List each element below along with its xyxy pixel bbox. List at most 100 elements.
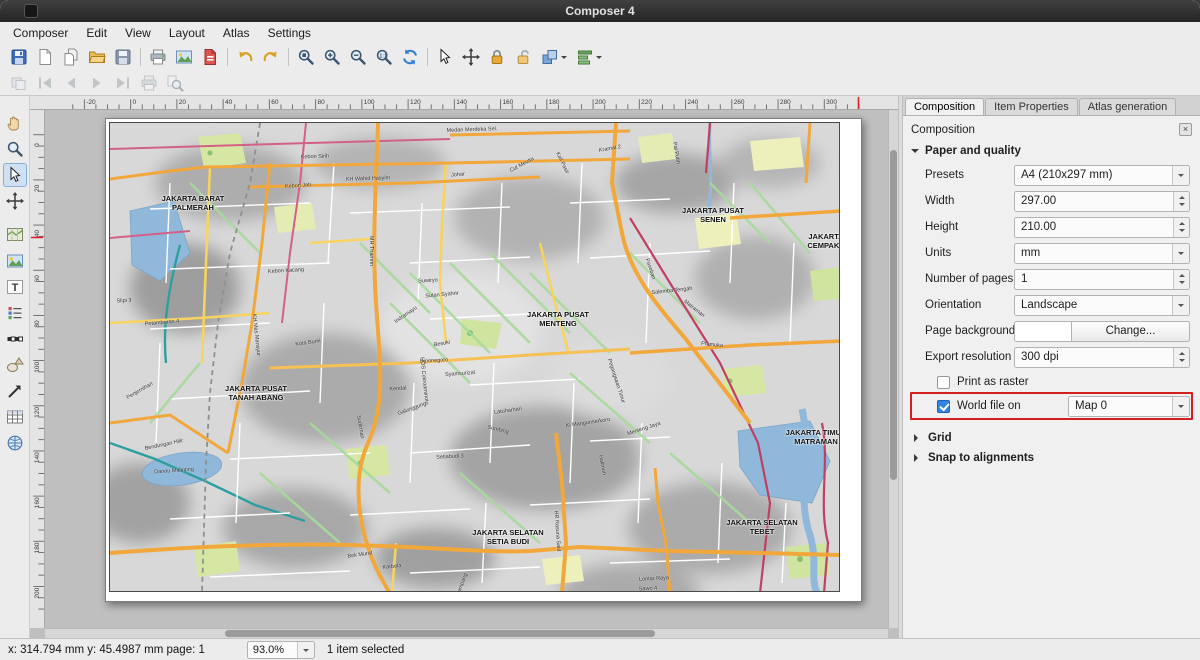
page-background-change-button[interactable]: Change...	[1072, 321, 1190, 342]
composition-canvas[interactable]: JAKARTA BARATPALMERAHJAKARTA PUSATSENENJ…	[45, 110, 888, 628]
tab-composition[interactable]: Composition	[905, 98, 984, 115]
titlebar[interactable]: Composer 4	[0, 0, 1200, 22]
zoom-out-button[interactable]	[346, 45, 370, 69]
add-legend-button[interactable]	[3, 301, 27, 325]
collapse-right-icon	[914, 454, 922, 462]
zoom-level-combo[interactable]: 93.0%	[247, 641, 315, 659]
undo-button[interactable]	[233, 45, 257, 69]
orientation-row: Orientation Landscape	[911, 292, 1192, 318]
duplicate-composition-button[interactable]	[59, 45, 83, 69]
section-paper-and-quality[interactable]: Paper and quality	[911, 144, 1192, 157]
orientation-combo-arrow-icon	[1172, 296, 1189, 315]
map-item[interactable]: JAKARTA BARATPALMERAHJAKARTA PUSATSENENJ…	[109, 122, 840, 592]
save-project-button[interactable]	[7, 45, 31, 69]
zoom-actual-button[interactable]: 1:1	[372, 45, 396, 69]
street-label: Ki Mangunsarkoro	[565, 417, 610, 429]
first-feature-button[interactable]	[33, 71, 57, 95]
save-as-template-icon	[114, 48, 132, 66]
new-composition-icon	[36, 48, 54, 66]
tab-atlas-generation[interactable]: Atlas generation	[1079, 98, 1177, 115]
print-button[interactable]	[146, 45, 170, 69]
world-file-combo-arrow-icon	[1172, 397, 1189, 416]
previous-feature-button[interactable]	[59, 71, 83, 95]
menu-composer[interactable]: Composer	[4, 24, 77, 42]
world-file-map-combo[interactable]: Map 0	[1068, 396, 1190, 417]
orientation-combo[interactable]: Landscape	[1014, 295, 1190, 316]
add-attribute-table-button[interactable]	[3, 405, 27, 429]
page-background-swatch[interactable]	[1014, 321, 1072, 342]
menu-atlas[interactable]: Atlas	[214, 24, 259, 42]
save-as-template-button[interactable]	[111, 45, 135, 69]
composer-manager-button[interactable]	[85, 45, 109, 69]
units-combo[interactable]: mm	[1014, 243, 1190, 264]
horizontal-scrollbar[interactable]	[45, 628, 888, 638]
add-image-button[interactable]	[3, 249, 27, 273]
height-spinbox[interactable]: 210.00	[1014, 217, 1190, 238]
presets-row: Presets A4 (210x297 mm)	[911, 162, 1192, 188]
width-spinbox[interactable]: 297.00	[1014, 191, 1190, 212]
export-resolution-spinbox[interactable]: 300 dpi	[1014, 347, 1190, 368]
export-image-button[interactable]	[172, 45, 196, 69]
select-move-item-button[interactable]	[3, 163, 27, 187]
tab-item-properties[interactable]: Item Properties	[985, 98, 1078, 115]
align-items-button[interactable]	[572, 45, 605, 69]
move-item-content-icon	[462, 48, 480, 66]
refresh-button[interactable]	[398, 45, 422, 69]
move-item-content-button[interactable]	[3, 189, 27, 213]
first-feature-icon	[36, 74, 54, 92]
svg-text:240: 240	[687, 99, 698, 106]
zoom-in-button[interactable]	[320, 45, 344, 69]
pan-button[interactable]	[3, 111, 27, 135]
print-atlas-button[interactable]	[137, 71, 161, 95]
district-label: JAKARTA PUSATTANAH ABANG	[225, 384, 287, 402]
menu-view[interactable]: View	[116, 24, 160, 42]
item-toolbar: T	[0, 96, 30, 638]
street-label: Pal Putih	[671, 142, 681, 165]
collapse-down-icon	[911, 149, 919, 157]
preview-atlas-button[interactable]	[7, 71, 31, 95]
number-of-pages-spin-buttons[interactable]	[1173, 270, 1189, 289]
export-resolution-spin-buttons[interactable]	[1173, 348, 1189, 367]
raise-items-button[interactable]	[537, 45, 570, 69]
add-image-icon	[6, 252, 24, 270]
add-map-button[interactable]	[3, 223, 27, 247]
vertical-scrollbar-thumb[interactable]	[890, 150, 897, 480]
align-items-icon	[576, 48, 594, 66]
new-composition-button[interactable]	[33, 45, 57, 69]
number-of-pages-row: Number of pages 1	[911, 266, 1192, 292]
menu-layout[interactable]: Layout	[160, 24, 214, 42]
select-move-item-button[interactable]	[433, 45, 457, 69]
lock-items-button[interactable]	[485, 45, 509, 69]
atlas-settings-button[interactable]	[163, 71, 187, 95]
panel-close-button[interactable]: ×	[1179, 123, 1192, 136]
section-snap-to-alignments[interactable]: Snap to alignments	[911, 452, 1192, 464]
svg-text:60: 60	[34, 275, 41, 283]
menu-edit[interactable]: Edit	[77, 24, 116, 42]
add-shape-button[interactable]	[3, 353, 27, 377]
height-spin-buttons[interactable]	[1173, 218, 1189, 237]
move-item-content-button[interactable]	[459, 45, 483, 69]
world-file-checkbox[interactable]	[937, 400, 950, 413]
zoom-full-button[interactable]	[294, 45, 318, 69]
presets-combo[interactable]: A4 (210x297 mm)	[1014, 165, 1190, 186]
add-label-button[interactable]: T	[3, 275, 27, 299]
add-scalebar-button[interactable]	[3, 327, 27, 351]
last-feature-button[interactable]	[111, 71, 135, 95]
menu-settings[interactable]: Settings	[259, 24, 320, 42]
zoom-button[interactable]	[3, 137, 27, 161]
redo-button[interactable]	[259, 45, 283, 69]
vertical-scrollbar[interactable]	[888, 110, 898, 628]
horizontal-scrollbar-thumb[interactable]	[225, 630, 655, 637]
export-pdf-button[interactable]	[198, 45, 222, 69]
page[interactable]: JAKARTA BARATPALMERAHJAKARTA PUSATSENENJ…	[105, 118, 862, 602]
unlock-items-button[interactable]	[511, 45, 535, 69]
number-of-pages-spinbox[interactable]: 1	[1014, 269, 1190, 290]
add-arrow-button[interactable]	[3, 379, 27, 403]
next-feature-button[interactable]	[85, 71, 109, 95]
add-html-button[interactable]	[3, 431, 27, 455]
svg-text:40: 40	[34, 230, 41, 238]
section-grid[interactable]: Grid	[911, 432, 1192, 444]
window-icon[interactable]	[24, 4, 38, 18]
print-as-raster-checkbox[interactable]	[937, 376, 950, 389]
width-spin-buttons[interactable]	[1173, 192, 1189, 211]
